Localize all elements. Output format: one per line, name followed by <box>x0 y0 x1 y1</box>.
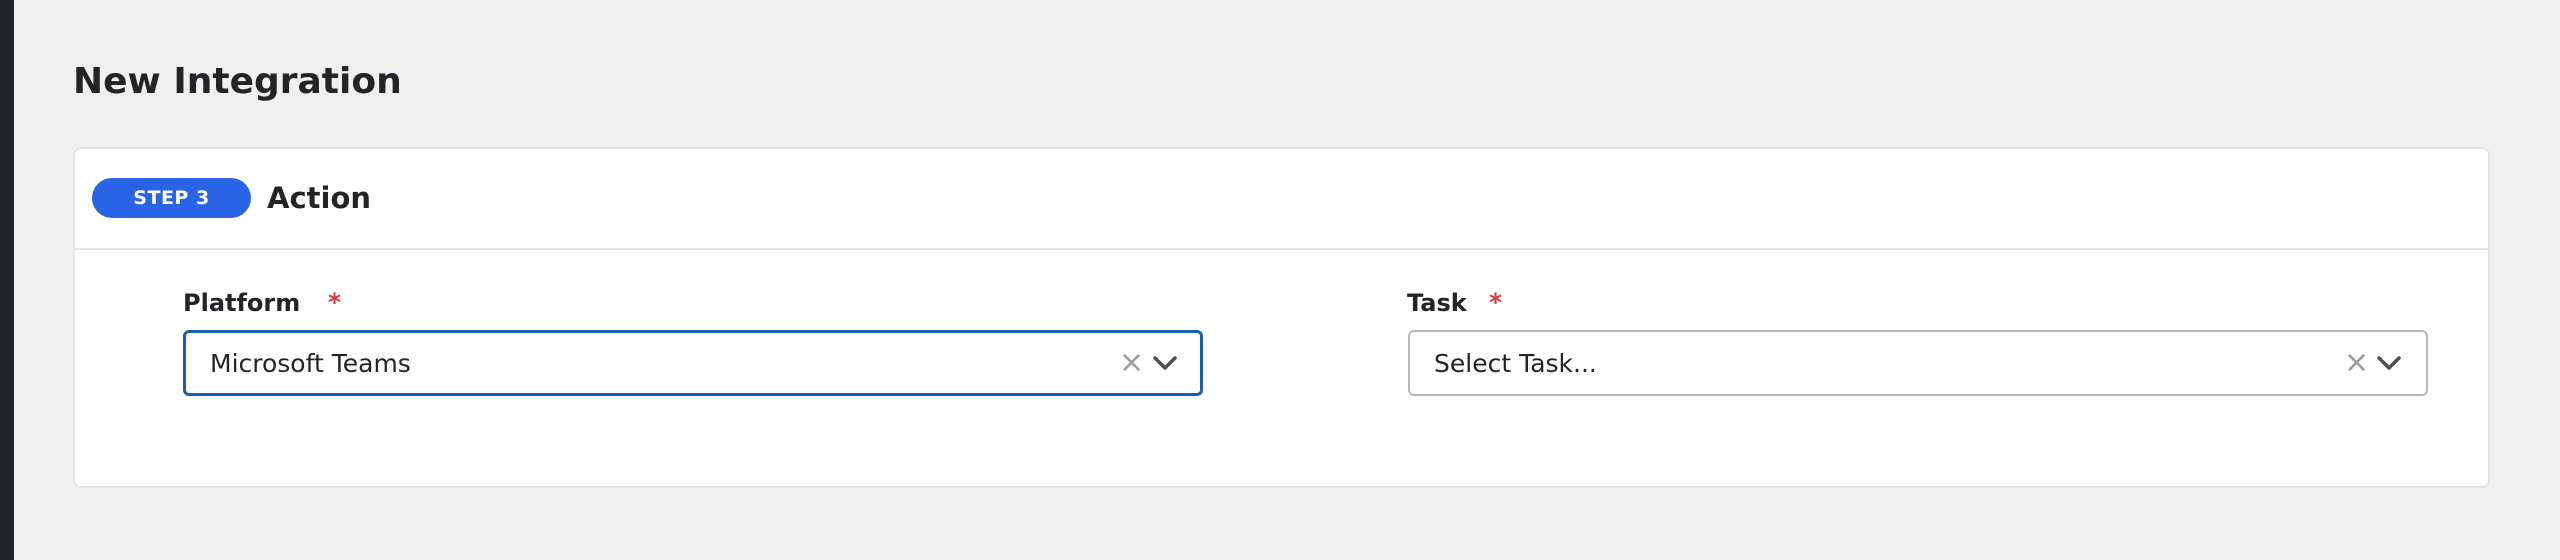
step-title: Action <box>267 181 372 215</box>
platform-required-mark: * <box>328 288 342 317</box>
task-select[interactable]: Select Task... × <box>1408 330 2428 396</box>
left-sidebar-edge <box>0 0 14 560</box>
task-required-mark: * <box>1489 288 1503 317</box>
chevron-down-icon[interactable] <box>1152 354 1178 372</box>
platform-select-value: Microsoft Teams <box>210 348 411 378</box>
step-card: STEP 3 Action Platform * Microsoft Teams… <box>73 147 2490 488</box>
close-icon[interactable]: × <box>1119 348 1144 378</box>
platform-select[interactable]: Microsoft Teams × <box>183 330 1203 396</box>
step-card-header: STEP 3 Action <box>75 149 2488 250</box>
step-badge: STEP 3 <box>92 178 251 218</box>
task-label: Task <box>1407 289 1467 317</box>
close-icon[interactable]: × <box>2344 348 2369 378</box>
chevron-down-icon[interactable] <box>2376 354 2402 372</box>
page-title: New Integration <box>73 61 402 102</box>
platform-label: Platform <box>183 289 301 317</box>
task-select-placeholder: Select Task... <box>1434 348 1597 378</box>
